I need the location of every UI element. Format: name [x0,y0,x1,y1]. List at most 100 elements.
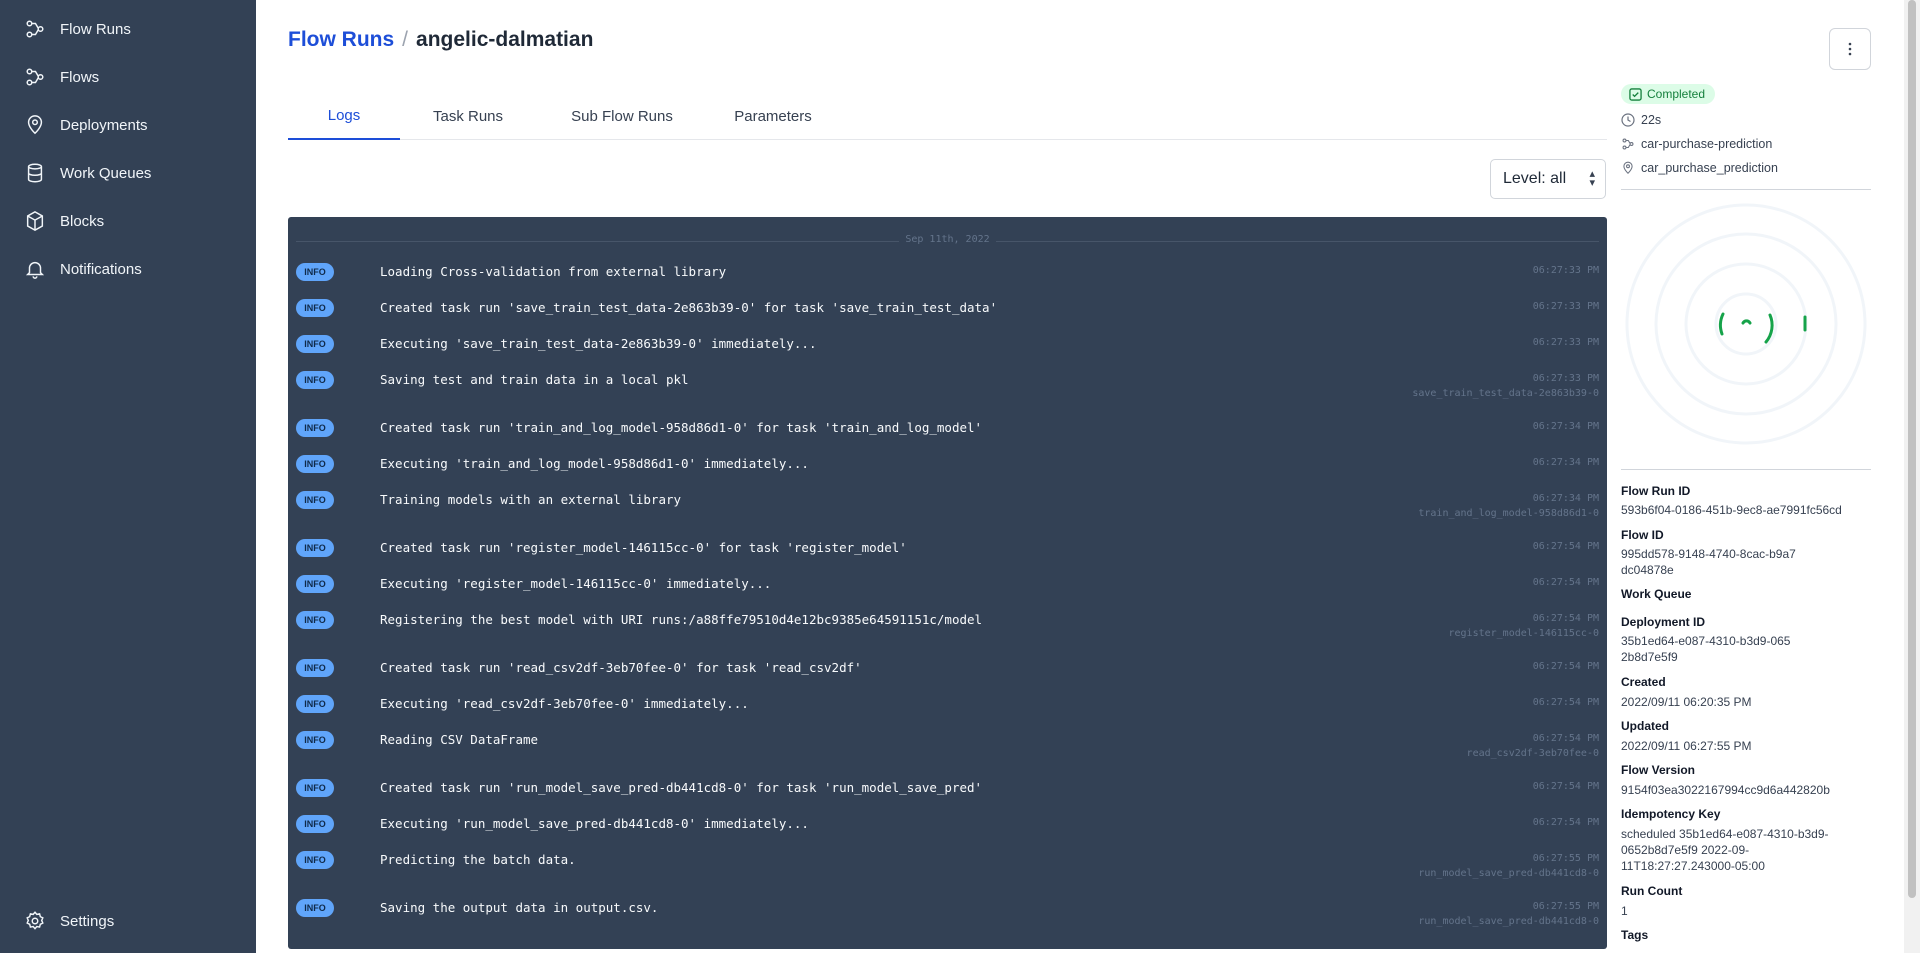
log-task-name[interactable]: train_and_log_model-958d86d1-0 [1418,508,1599,519]
log-task-name[interactable]: run_model_save_pred-db441cd8-0 [1418,868,1599,879]
idempotency-key-value: scheduled 35b1ed64-e087-4310-b3d9-0652b8… [1621,827,1829,873]
created-label: Created [1621,675,1666,689]
gear-icon [26,911,44,930]
log-task-name[interactable]: read_csv2df-3eb70fee-0 [1467,748,1599,759]
sidebar-item-notifications[interactable]: Notifications [24,254,142,284]
deployment-id-label: Deployment ID [1621,615,1706,629]
run-details-panel: Completed 22s car-purchase-prediction ca… [1621,0,1871,953]
run-deployment-name[interactable]: car_purchase_prediction [1621,158,1778,178]
tab-sub-flow-runs[interactable]: Sub Flow Runs [536,92,708,140]
clock-icon [1621,113,1635,127]
log-timestamp: 06:27:54 PM [1532,577,1599,588]
log-task-name[interactable]: run_model_save_pred-db441cd8-0 [1418,916,1599,927]
status-badge: Completed [1621,84,1716,104]
log-level-badge: INFO [296,335,334,353]
log-task-name[interactable]: register_model-146115cc-0 [1448,628,1599,639]
log-row: INFO Created task run 'register_model-146… [288,539,1607,573]
flow-runs-icon [26,20,44,38]
log-timestamp: 06:27:54 PM [1532,541,1599,552]
log-level-badge: INFO [296,299,334,317]
log-row: INFO Registering the best model with URI … [288,611,1607,645]
log-message: Executing 'register_model-146115cc-0' im… [380,576,772,591]
log-row: INFO Created task run 'read_csv2df-3eb70f… [288,659,1607,693]
sidebar-settings-label: Settings [60,912,115,930]
flow-id-label: Flow ID [1621,528,1664,542]
log-timestamp: 06:27:34 PM [1532,457,1599,468]
log-row: INFO Predicting the batch data. 06:27:55 P… [288,851,1607,885]
flow-run-id-value: 593b6f04-0186-451b-9ec8-ae7991fc56cd [1621,503,1842,517]
updated-label: Updated [1621,719,1669,733]
updated-value: 2022/09/11 06:27:55 PM [1621,739,1752,753]
sidebar-item-flow-runs[interactable]: Flow Runs [24,14,131,44]
log-timestamp: 06:27:54 PM [1532,613,1599,624]
run-count-value: 1 [1621,904,1628,918]
log-level-badge: INFO [296,611,334,629]
log-timestamp: 06:27:33 PM [1532,373,1599,384]
tab-logs[interactable]: Logs [288,92,400,140]
level-select[interactable]: Level: all ▴ ▾ [1490,159,1606,199]
log-row: INFO Executing 'save_train_test_data-2e86… [288,335,1607,369]
breadcrumb-flow-runs-link[interactable]: Flow Runs [288,28,394,52]
log-level-badge: INFO [296,575,334,593]
tab-task-runs[interactable]: Task Runs [400,92,536,140]
select-arrows-icon: ▴ ▾ [1589,168,1595,189]
flows-icon [26,68,44,86]
run-flow-name[interactable]: car-purchase-prediction [1621,134,1772,154]
sidebar-item-label: Work Queues [60,164,152,182]
log-message: Loading Cross-validation from external l… [380,264,727,279]
log-message: Created task run 'run_model_save_pred-db… [380,780,983,795]
breadcrumb: Flow Runs / angelic-dalmatian [288,28,593,52]
log-message: Saving test and train data in a local pk… [380,372,689,387]
log-row: INFO Reading CSV DataFrame 06:27:54 PM read… [288,731,1607,765]
breadcrumb-separator: / [402,28,409,51]
log-message: Executing 'run_model_save_pred-db441cd8-… [380,816,809,831]
sidebar-item-work-queues[interactable]: Work Queues [24,158,151,188]
tab-parameters[interactable]: Parameters [708,92,838,140]
flow-version-value: 9154f03ea3022167994cc9d6a442820b [1621,783,1830,797]
log-timestamp: 06:27:54 PM [1532,781,1599,792]
flow-version-label: Flow Version [1621,763,1696,777]
log-timestamp: 06:27:33 PM [1532,301,1599,312]
run-duration: 22s [1621,110,1661,130]
sidebar-item-flows[interactable]: Flows [24,62,99,92]
sidebar-item-settings[interactable]: Settings [24,906,114,936]
page-title: angelic-dalmatian [416,28,594,51]
sidebar-item-blocks[interactable]: Blocks [24,206,104,236]
scrollbar-thumb[interactable] [1908,0,1916,898]
log-message: Saving the output data in output.csv. [380,900,659,915]
log-timestamp: 06:27:34 PM [1532,493,1599,504]
log-viewer[interactable]: Sep 11th, 2022 INFO Loading Cross-validat… [288,217,1607,949]
tab-bar: Logs Task Runs Sub Flow Runs Parameters [288,92,1607,140]
sidebar-item-label: Flow Runs [60,20,131,38]
radial-flow-chart[interactable] [1625,203,1867,445]
log-level-badge: INFO [296,659,334,677]
log-timestamp: 06:27:55 PM [1532,901,1599,912]
bell-icon [25,261,45,279]
log-timestamp: 06:27:54 PM [1532,817,1599,828]
log-row: INFO Saving test and train data in a loca… [288,371,1607,405]
log-task-name[interactable]: save_train_test_data-2e863b39-0 [1412,388,1599,399]
idempotency-key-label: Idempotency Key [1621,807,1721,821]
sidebar-item-deployments[interactable]: Deployments [24,110,148,140]
log-row: INFO Executing 'train_and_log_model-958d8… [288,455,1607,489]
log-level-badge: INFO [296,731,334,749]
log-message: Executing 'save_train_test_data-2e863b39… [380,336,817,351]
log-level-badge: INFO [296,695,334,713]
date-divider-label: Sep 11th, 2022 [288,234,1607,245]
sidebar: Flow Runs Flows Deployments Work Queues … [0,0,256,953]
log-timestamp: 06:27:54 PM [1532,697,1599,708]
map-pin-icon [27,115,43,135]
cube-icon [26,210,44,232]
page-scrollbar[interactable] [1904,0,1920,953]
log-timestamp: 06:27:54 PM [1532,733,1599,744]
log-level-badge: INFO [296,263,334,281]
log-row: INFO Executing 'read_csv2df-3eb70fee-0' i… [288,695,1607,729]
database-icon [27,163,43,183]
flow-id-value: 995dd578-9148-4740-8cac-b9a7dc04878e [1621,547,1796,577]
sidebar-item-label: Flows [60,68,100,86]
divider [1621,469,1871,470]
tags-label: Tags [1621,928,1649,942]
sidebar-item-label: Deployments [60,116,148,134]
divider [1621,189,1871,190]
log-message: Executing 'train_and_log_model-958d86d1-… [380,456,809,471]
